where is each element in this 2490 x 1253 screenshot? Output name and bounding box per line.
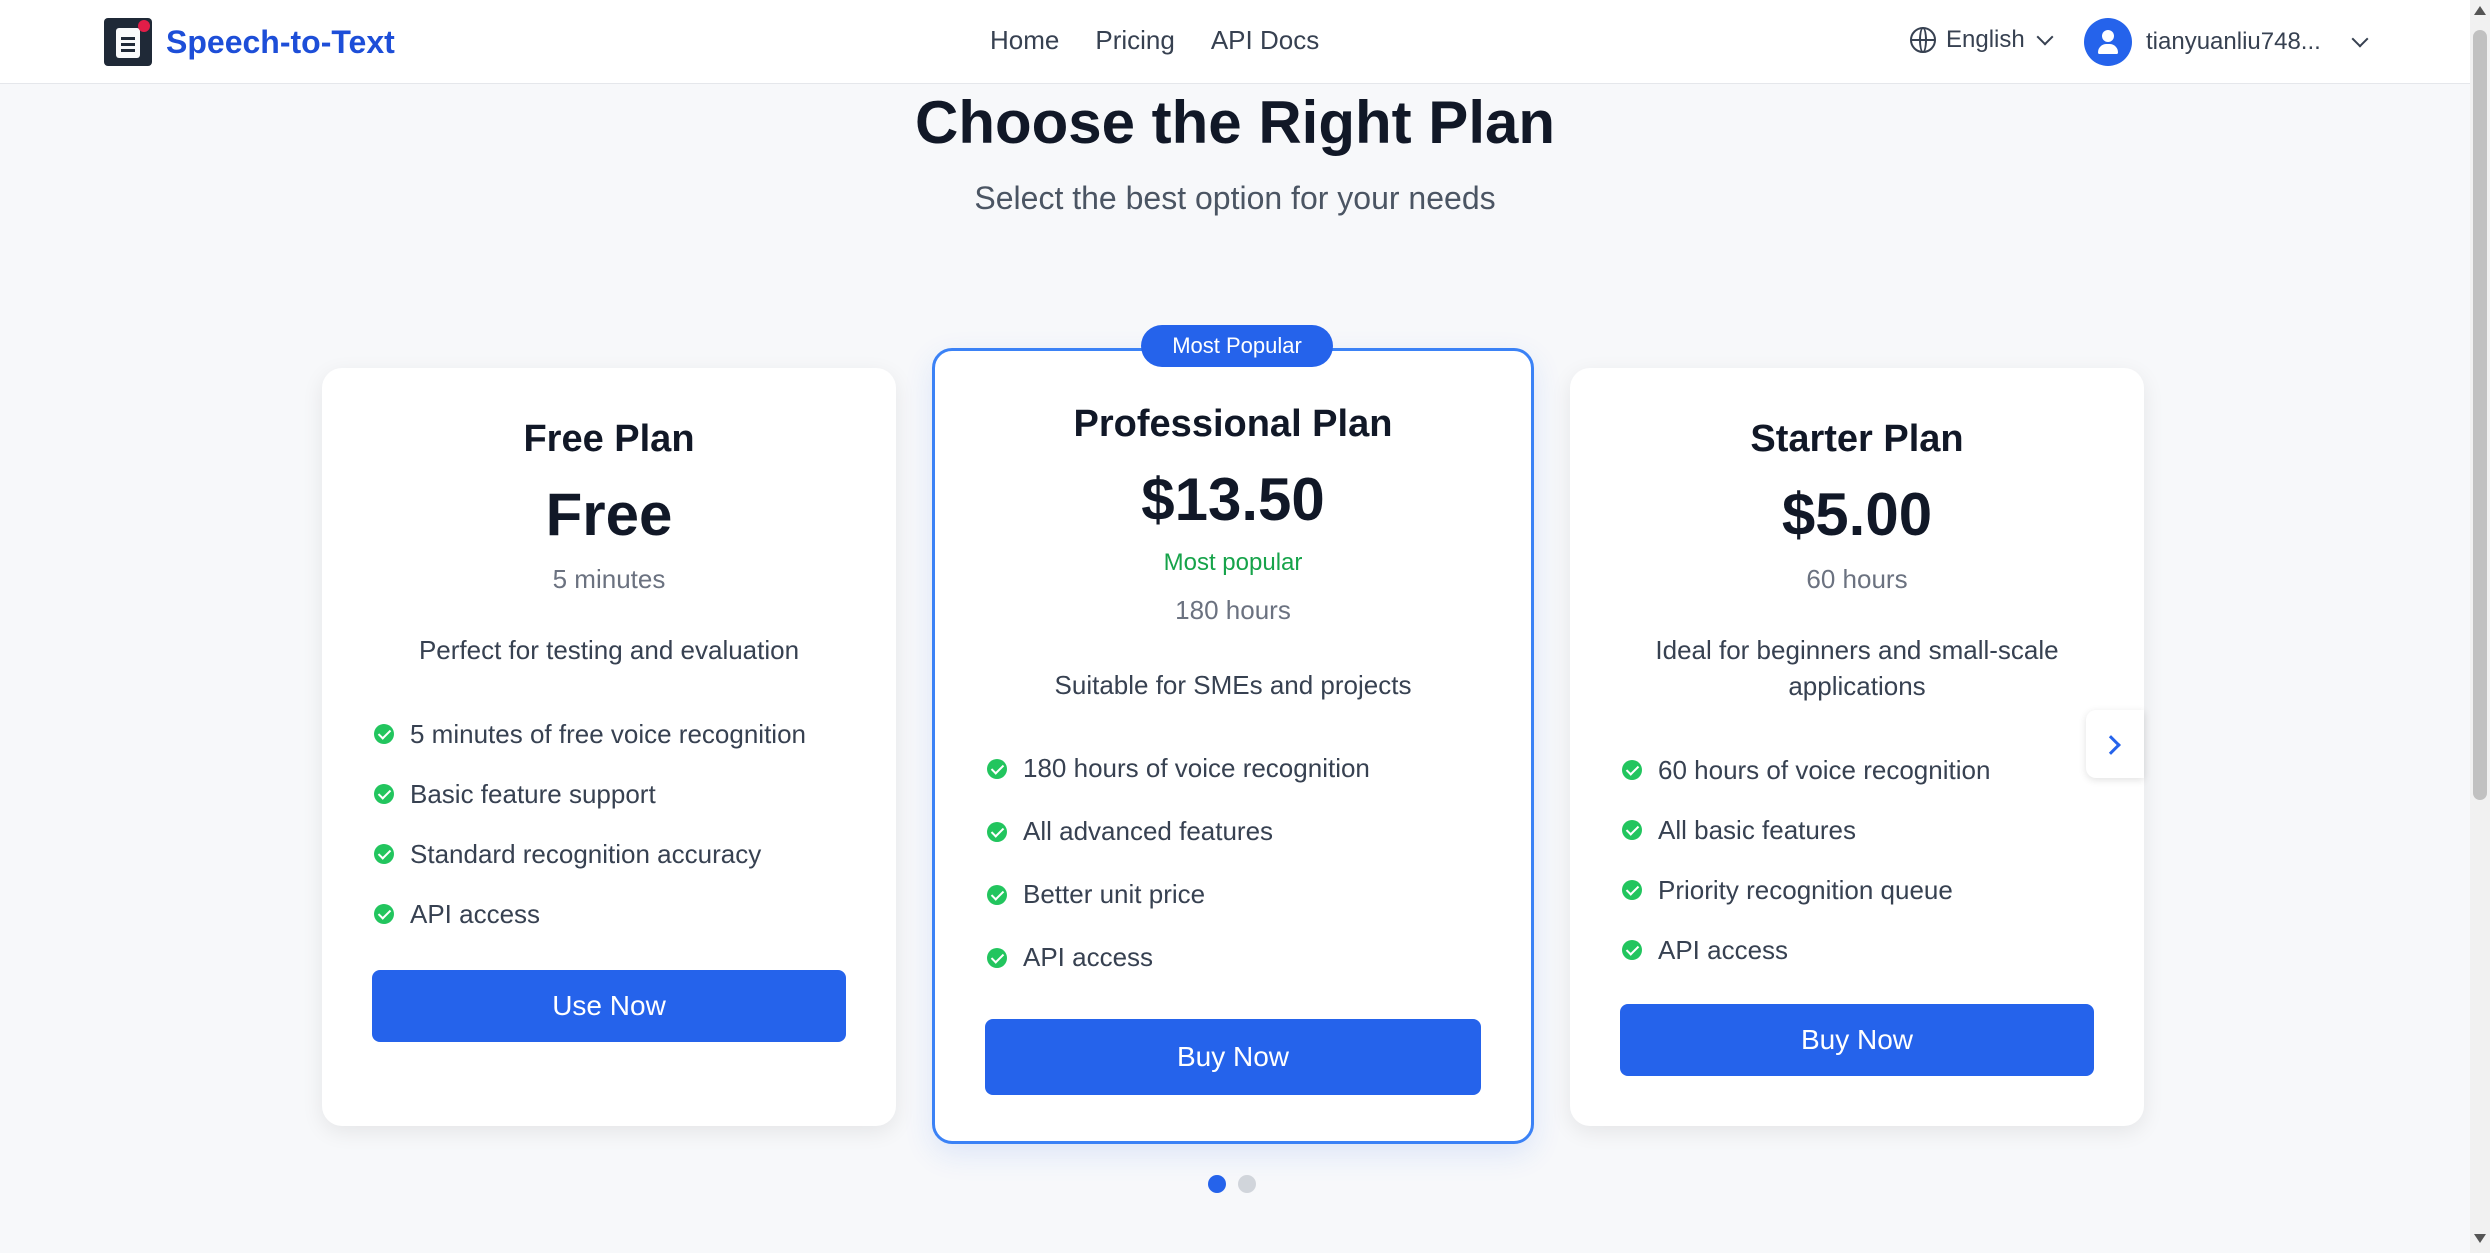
feature-item: 5 minutes of free voice recognition (374, 704, 866, 764)
nav-pricing-link[interactable]: Pricing (1095, 25, 1174, 56)
chevron-down-icon (2036, 28, 2054, 46)
plan-description: Ideal for beginners and small-scale appl… (1655, 635, 2059, 701)
user-avatar-icon (2084, 18, 2132, 66)
plan-card-free: Free Plan Free 5 minutes Perfect for tes… (322, 368, 896, 1126)
plan-name: Free Plan (523, 418, 695, 460)
feature-item: Priority recognition queue (1622, 860, 2114, 920)
feature-list: 180 hours of voice recognition All advan… (987, 737, 1501, 989)
scroll-down-arrow-icon[interactable] (2474, 1234, 2486, 1243)
feature-item: Standard recognition accuracy (374, 824, 866, 884)
globe-icon (1910, 27, 1936, 53)
plan-duration: 5 minutes (552, 564, 666, 594)
check-circle-icon (987, 884, 1007, 905)
plan-duration: 60 hours (1806, 564, 1908, 594)
plan-card-professional: Most Popular Professional Plan $13.50 Mo… (932, 325, 1534, 1144)
scrollbar-thumb[interactable] (2473, 30, 2487, 800)
main-nav: Home Pricing API Docs (990, 25, 1319, 56)
feature-item: Better unit price (987, 863, 1501, 926)
nav-api-docs-link[interactable]: API Docs (1211, 25, 1319, 56)
feature-item: 180 hours of voice recognition (987, 737, 1501, 800)
feature-item: Basic feature support (374, 764, 866, 824)
scroll-up-arrow-icon[interactable] (2474, 6, 2486, 15)
check-circle-icon (987, 821, 1007, 842)
brand-name: Speech-to-Text (166, 23, 395, 60)
buy-now-button[interactable]: Buy Now (985, 1019, 1481, 1095)
feature-item: All advanced features (987, 800, 1501, 863)
user-menu[interactable]: tianyuanliu748... (2084, 18, 2369, 66)
check-circle-icon (1622, 820, 1642, 840)
carousel-next-icon[interactable] (2086, 710, 2144, 778)
check-circle-icon (987, 947, 1007, 968)
carousel-dot-2[interactable] (1238, 1175, 1256, 1193)
plan-duration: 180 hours (1175, 595, 1291, 625)
feature-item: API access (374, 884, 866, 944)
check-circle-icon (1622, 760, 1642, 780)
plan-price: $13.50 (1141, 466, 1325, 533)
language-selector[interactable]: English (1910, 26, 2054, 54)
plan-card-starter: Starter Plan $5.00 60 hours Ideal for be… (1570, 368, 2144, 1126)
buy-now-button[interactable]: Buy Now (1620, 1004, 2094, 1076)
nav-home-link[interactable]: Home (990, 25, 1059, 56)
carousel-dot-1[interactable] (1208, 1175, 1226, 1193)
plan-description: Suitable for SMEs and projects (1054, 670, 1412, 700)
check-circle-icon (987, 758, 1007, 779)
language-label: English (1946, 26, 2025, 53)
use-now-button[interactable]: Use Now (372, 970, 846, 1042)
top-nav-bar: Speech-to-Text Home Pricing API Docs Eng… (0, 0, 2470, 84)
user-name: tianyuanliu748... (2146, 28, 2321, 55)
page-title: Choose the Right Plan (914, 89, 1556, 156)
check-circle-icon (374, 844, 394, 864)
plan-name: Starter Plan (1750, 418, 1964, 460)
plan-tag: Most popular (1163, 549, 1303, 576)
plan-description: Perfect for testing and evaluation (418, 635, 800, 665)
check-circle-icon (374, 904, 394, 924)
page-scrollbar[interactable] (2470, 0, 2490, 1253)
app-logo-icon (104, 18, 152, 66)
most-popular-badge: Most Popular (1141, 325, 1333, 367)
check-circle-icon (1622, 880, 1642, 900)
feature-item: API access (1622, 920, 2114, 980)
feature-item: All basic features (1622, 800, 2114, 860)
plan-price: Free (545, 481, 673, 548)
plan-price: $5.00 (1781, 481, 1933, 548)
chevron-down-icon (2351, 30, 2369, 48)
feature-list: 5 minutes of free voice recognition Basi… (374, 704, 866, 944)
check-circle-icon (1622, 940, 1642, 960)
check-circle-icon (374, 724, 394, 744)
page-subtitle: Select the best option for your needs (974, 180, 1496, 216)
carousel-pagination (1208, 1175, 1256, 1193)
brand-link[interactable]: Speech-to-Text (104, 18, 395, 66)
feature-item: API access (987, 926, 1501, 989)
feature-list: 60 hours of voice recognition All basic … (1622, 740, 2114, 980)
feature-item: 60 hours of voice recognition (1622, 740, 2114, 800)
check-circle-icon (374, 784, 394, 804)
plan-name: Professional Plan (1073, 403, 1393, 445)
